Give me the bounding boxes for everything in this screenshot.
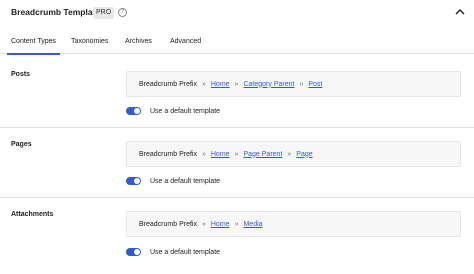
toggle-knob bbox=[134, 178, 140, 184]
breadcrumb-separator: » bbox=[234, 150, 239, 158]
default-template-toggle-row-attachments: Use a default template bbox=[126, 246, 220, 258]
breadcrumb-link-home[interactable]: Home bbox=[211, 221, 230, 228]
breadcrumb-separator: » bbox=[299, 80, 304, 88]
breadcrumb-link-media[interactable]: Media bbox=[243, 221, 262, 228]
breadcrumb-link-post[interactable]: Post bbox=[308, 81, 322, 88]
section-divider bbox=[0, 127, 474, 128]
panel-title: Breadcrumb Templates bbox=[11, 7, 105, 17]
breadcrumb-link-category-parent[interactable]: Category Parent bbox=[243, 81, 294, 88]
breadcrumb-separator: » bbox=[201, 220, 206, 228]
chevron-up-icon[interactable] bbox=[455, 8, 465, 16]
tab-content-types[interactable]: Content Types bbox=[6, 31, 61, 55]
panel-header: Breadcrumb Templates PRO ? bbox=[0, 0, 474, 28]
tab-bar: Content Types Taxonomies Archives Advanc… bbox=[0, 31, 474, 55]
default-template-toggle[interactable] bbox=[126, 107, 141, 115]
section-label-pages: Pages bbox=[11, 141, 32, 148]
toggle-label: Use a default template bbox=[150, 248, 221, 256]
breadcrumb-link-home[interactable]: Home bbox=[211, 81, 230, 88]
toggle-knob bbox=[134, 108, 140, 114]
default-template-toggle[interactable] bbox=[126, 248, 141, 256]
breadcrumb-preview-pages: Breadcrumb Prefix » Home » Page Parent »… bbox=[126, 141, 461, 167]
tab-advanced[interactable]: Advanced bbox=[170, 31, 201, 54]
default-template-toggle-row-pages: Use a default template bbox=[126, 175, 220, 187]
breadcrumb-separator: » bbox=[234, 220, 239, 228]
section-label-posts: Posts bbox=[11, 71, 31, 78]
breadcrumb-link-home[interactable]: Home bbox=[211, 151, 230, 158]
breadcrumb-separator: » bbox=[201, 150, 206, 158]
breadcrumb-separator: » bbox=[234, 80, 239, 88]
breadcrumb-prefix: Breadcrumb Prefix bbox=[139, 150, 197, 158]
tab-taxonomies[interactable]: Taxonomies bbox=[71, 31, 108, 54]
breadcrumb-preview-posts: Breadcrumb Prefix » Home » Category Pare… bbox=[126, 71, 461, 97]
breadcrumb-link-page[interactable]: Page bbox=[296, 151, 312, 158]
section-divider bbox=[0, 197, 474, 198]
toggle-knob bbox=[134, 249, 140, 255]
breadcrumb-prefix: Breadcrumb Prefix bbox=[139, 220, 197, 228]
breadcrumb-separator: » bbox=[201, 80, 206, 88]
breadcrumb-preview-attachments: Breadcrumb Prefix » Home » Media bbox=[126, 211, 461, 237]
default-template-toggle-row-posts: Use a default template bbox=[126, 105, 220, 117]
default-template-toggle[interactable] bbox=[126, 177, 141, 185]
toggle-label: Use a default template bbox=[150, 177, 221, 185]
toggle-label: Use a default template bbox=[150, 107, 221, 115]
tab-archives[interactable]: Archives bbox=[125, 31, 152, 54]
breadcrumb-separator: » bbox=[287, 150, 292, 158]
breadcrumb-link-page-parent[interactable]: Page Parent bbox=[243, 151, 282, 158]
section-label-attachments: Attachments bbox=[11, 211, 54, 218]
pro-badge: PRO bbox=[93, 7, 115, 19]
help-circle-icon[interactable]: ? bbox=[118, 8, 127, 17]
breadcrumb-prefix: Breadcrumb Prefix bbox=[139, 80, 197, 88]
